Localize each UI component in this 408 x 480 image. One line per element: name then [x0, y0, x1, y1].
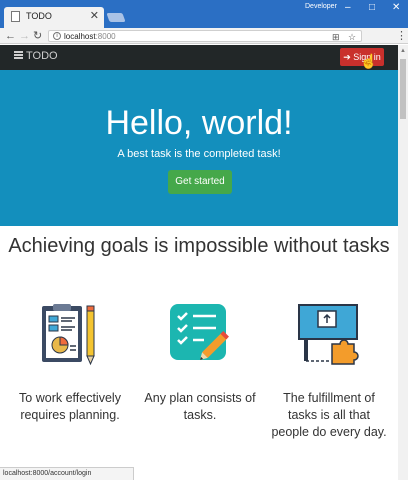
back-icon[interactable]: ← [5, 29, 16, 43]
hand-cursor-icon: ☝ [360, 53, 378, 69]
browser-menu-icon[interactable]: ⋮ [396, 29, 407, 43]
bookmark-star-icon[interactable]: ☆ [348, 31, 356, 43]
url-text: localhost:8000 [64, 31, 116, 42]
feature-caption-planning: To work effectively requires planning. [19, 391, 121, 422]
app-navbar: TODO ➔ Sign in ☝ [0, 45, 398, 70]
address-bar[interactable]: i localhost:8000 ⊞ ☆ [48, 30, 362, 42]
browser-titlebar: TODO ✕ Developer – □ ✕ [0, 0, 408, 28]
reload-icon[interactable]: ↻ [33, 29, 42, 43]
close-tab-icon[interactable]: ✕ [90, 9, 99, 22]
new-tab-button[interactable] [106, 13, 126, 22]
status-bar-url: localhost:8000/account/login [0, 467, 134, 480]
hero-jumbotron: Hello, world! A best task is the complet… [0, 70, 398, 226]
forward-icon[interactable]: → [19, 29, 30, 43]
url-port: :8000 [95, 32, 116, 41]
window-close-icon[interactable]: ✕ [392, 2, 400, 13]
planning-clipboard-icon [38, 302, 102, 366]
feature-caption-tasks: Any plan consists of tasks. [144, 391, 256, 422]
get-started-button[interactable]: Get started [168, 170, 232, 194]
browser-tab[interactable]: TODO ✕ [4, 7, 104, 28]
site-info-icon[interactable]: i [53, 32, 61, 40]
hero-subtitle: A best task is the completed task! [117, 148, 281, 160]
tab-title: TODO [26, 11, 52, 21]
sign-in-icon: ➔ [343, 52, 351, 62]
profile-name[interactable]: Developer [305, 3, 337, 10]
page-scrollbar[interactable]: ▲ [398, 45, 408, 480]
maximize-icon[interactable]: □ [369, 2, 375, 13]
scroll-up-icon[interactable]: ▲ [400, 48, 406, 54]
browser-toolbar: ← → ↻ i localhost:8000 ⊞ ☆ ⋮ [0, 28, 408, 44]
minimize-icon[interactable]: – [345, 2, 351, 13]
section-title: Achieving goals is impossible without ta… [8, 235, 390, 257]
checklist-pencil-icon [166, 302, 230, 366]
page-viewport: TODO ➔ Sign in ☝ Hello, world! A best ta… [0, 45, 398, 480]
scroll-thumb[interactable] [400, 59, 406, 119]
url-host: localhost [64, 32, 96, 41]
brand-text: TODO [26, 50, 58, 62]
translate-icon[interactable]: ⊞ [332, 31, 340, 43]
page-favicon-icon [11, 11, 20, 22]
hero-title: Hello, world! [105, 104, 293, 142]
puzzle-board-icon [296, 302, 360, 366]
hamburger-icon [14, 51, 23, 59]
feature-caption-fulfillment: The fulfillment of tasks is all that peo… [271, 391, 387, 439]
brand-link[interactable]: TODO [14, 50, 58, 62]
